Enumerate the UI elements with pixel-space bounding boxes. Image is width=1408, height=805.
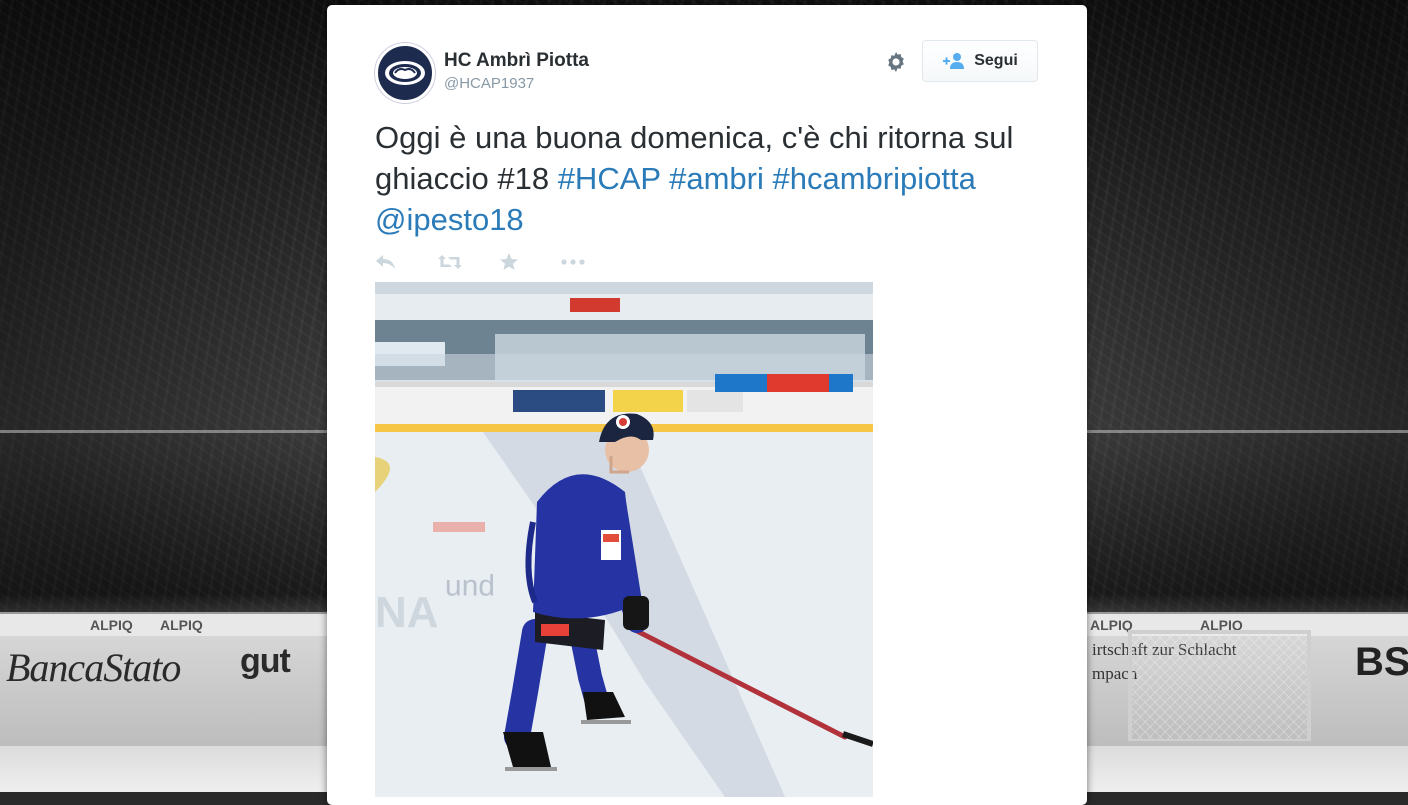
tweet-card: HC Ambrì Piotta @HCAP1937 Segui Oggi è u… — [327, 5, 1087, 805]
hashtag-link[interactable]: #HCAP — [558, 161, 661, 196]
mention-link[interactable]: @ipesto18 — [375, 202, 524, 237]
follow-button[interactable]: Segui — [922, 40, 1038, 82]
team-logo-icon — [385, 61, 425, 85]
tweet-text: Oggi è una buona domenica, c'è chi ritor… — [375, 117, 1055, 240]
retweet-button[interactable] — [437, 250, 499, 274]
board-ad: ALPIQ — [160, 617, 203, 633]
photo-hockey-player: pun NA — [375, 282, 873, 797]
tweet-actions — [375, 250, 623, 274]
svg-text:NA: NA — [375, 588, 439, 637]
background-goal-net — [1128, 630, 1311, 741]
hashtag-link[interactable]: #ambri — [669, 161, 764, 196]
favorite-icon — [500, 253, 518, 270]
reply-icon — [376, 255, 395, 269]
reply-button[interactable] — [375, 250, 437, 274]
ice-logo-text: pun — [445, 573, 495, 606]
hashtag-link[interactable]: #hcambripiotta — [773, 161, 976, 196]
dasher-ad-right: BS — [1355, 640, 1408, 684]
board-ad: ALPIQ — [90, 617, 133, 633]
author-avatar[interactable] — [375, 43, 435, 103]
tweet-photo[interactable]: pun NA — [375, 282, 873, 797]
author-handle[interactable]: @HCAP1937 — [444, 75, 534, 92]
follow-label: Segui — [974, 52, 1018, 69]
author-name[interactable]: HC Ambrì Piotta — [444, 50, 589, 72]
dasher-ad-left-small: gut — [240, 642, 291, 680]
favorite-button[interactable] — [499, 250, 561, 274]
gear-icon[interactable] — [883, 49, 909, 75]
more-button[interactable] — [561, 250, 623, 274]
add-user-icon — [943, 53, 965, 69]
dasher-ad-left: BancaStato — [6, 645, 181, 690]
retweet-icon — [438, 255, 462, 269]
board-ad: ALPIQ — [1090, 617, 1133, 633]
more-icon — [561, 259, 585, 265]
